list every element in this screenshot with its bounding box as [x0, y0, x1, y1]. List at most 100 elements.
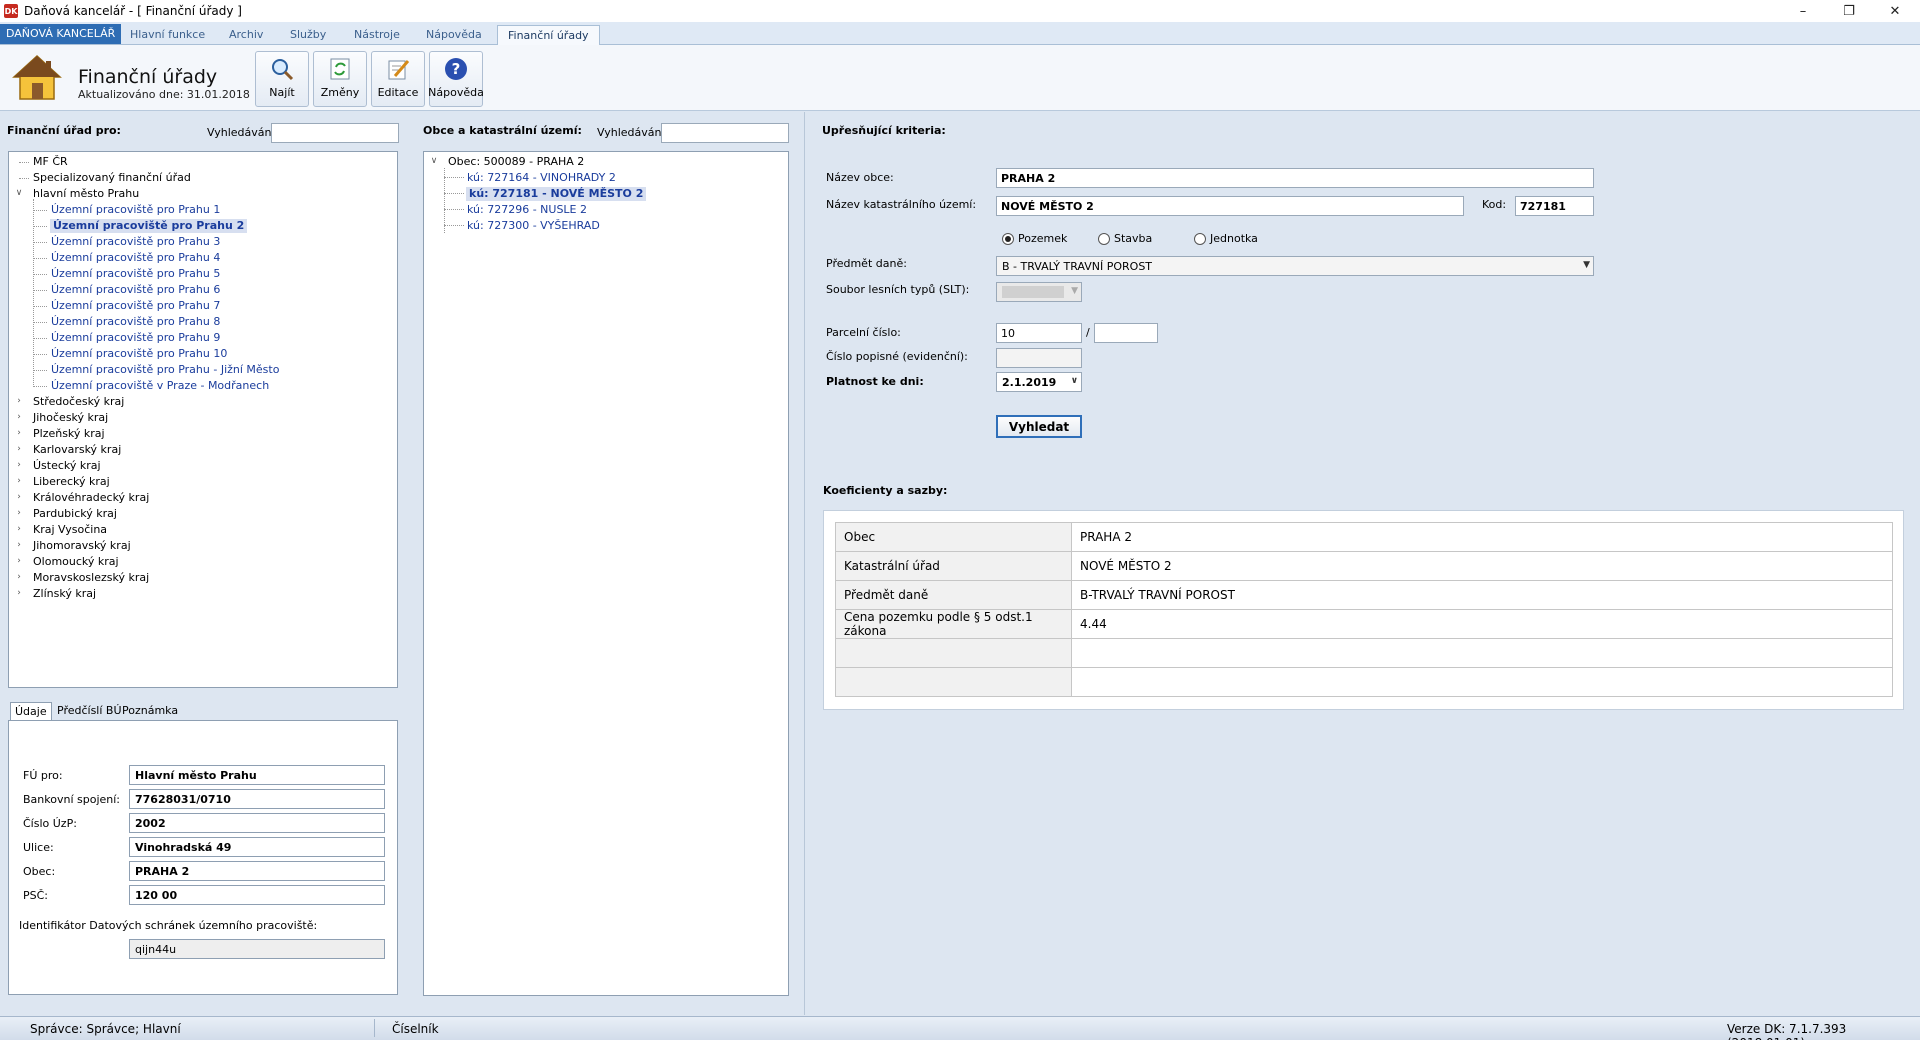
chevron-right-icon[interactable]: ›	[14, 556, 24, 566]
tree-item[interactable]: Územní pracoviště pro Prahu 7	[51, 299, 220, 313]
tax-office-tree[interactable]: MF ČR Specializovaný finanční úřad ∨ hlavní…	[8, 151, 398, 688]
chevron-right-icon[interactable]: ›	[14, 412, 24, 422]
ribbon: Finanční úřady Aktualizováno dne: 31.01.…	[0, 45, 1920, 111]
tree-item[interactable]: Jihomoravský kraj	[33, 539, 131, 553]
fu-field[interactable]: Hlavní město Prahu	[129, 765, 385, 785]
slt-select[interactable]: ▼	[996, 282, 1082, 302]
validity-date-picker[interactable]: 2.1.2019 ∨	[996, 372, 1082, 392]
tree-item[interactable]: Územní pracoviště pro Prahu 6	[51, 283, 220, 297]
middle-search-input[interactable]	[661, 123, 789, 143]
tree-item[interactable]: Územní pracoviště pro Prahu 3	[51, 235, 220, 249]
ds-field[interactable]: qijn44u	[129, 939, 385, 959]
code-input[interactable]: 727181	[1515, 196, 1594, 216]
popisne-label: Číslo popisné (evidenční):	[826, 350, 968, 363]
tree-item[interactable]: Plzeňský kraj	[33, 427, 105, 441]
close-icon[interactable]: ✕	[1872, 0, 1918, 22]
tab-udaje[interactable]: Údaje	[10, 702, 52, 721]
cadastral-name-input[interactable]: NOVÉ MĚSTO 2	[996, 196, 1464, 216]
house-icon	[12, 54, 62, 100]
tree-item[interactable]: Karlovarský kraj	[33, 443, 121, 457]
chevron-down-icon[interactable]: ∨	[429, 156, 439, 166]
changes-button[interactable]: Změny	[313, 51, 367, 107]
tab-predcisli[interactable]: Předčíslí BÚ	[53, 702, 126, 720]
chevron-right-icon[interactable]: ›	[14, 540, 24, 550]
chevron-down-icon[interactable]: ∨	[14, 188, 24, 198]
obec-label: Název obce:	[826, 171, 894, 184]
bank-field[interactable]: 77628031/0710	[129, 789, 385, 809]
parcel-subnumber-input[interactable]	[1094, 323, 1158, 343]
chevron-right-icon[interactable]: ›	[14, 572, 24, 582]
updated-date: Aktualizováno dne: 31.01.2018	[78, 88, 250, 101]
tree-item[interactable]: Územní pracoviště pro Prahu 5	[51, 267, 220, 281]
radio-pozemek[interactable]: Pozemek	[1002, 232, 1067, 245]
tree-item[interactable]: Jihočeský kraj	[33, 411, 108, 425]
menu-tab-main[interactable]: Hlavní funkce	[120, 25, 215, 45]
menu-tab-services[interactable]: Služby	[280, 25, 336, 45]
tree-item[interactable]: hlavní město Prahu	[33, 187, 139, 201]
chevron-right-icon[interactable]: ›	[14, 524, 24, 534]
tree-item[interactable]: Územní pracoviště pro Prahu 9	[51, 331, 220, 345]
tree-item[interactable]: Územní pracoviště pro Prahu 4	[51, 251, 220, 265]
tree-item[interactable]: Královéhradecký kraj	[33, 491, 149, 505]
restore-icon[interactable]: ❐	[1826, 0, 1872, 22]
chevron-right-icon[interactable]: ›	[14, 508, 24, 518]
tree-item[interactable]: Olomoucký kraj	[33, 555, 119, 569]
house-number-input[interactable]	[996, 348, 1082, 368]
tree-item[interactable]: MF ČR	[33, 155, 68, 169]
help-button[interactable]: ? Nápověda	[428, 51, 484, 107]
tree-item[interactable]: Ústecký kraj	[33, 459, 101, 473]
tree-item[interactable]: Územní pracoviště pro Prahu 8	[51, 315, 220, 329]
edit-button[interactable]: Editace	[371, 51, 425, 107]
tree-item[interactable]: Liberecký kraj	[33, 475, 110, 489]
parcel-number-input[interactable]: 10	[996, 323, 1082, 343]
tree-item-cadastral[interactable]: kú: 727300 - VYŠEHRAD	[467, 219, 600, 233]
minimize-icon[interactable]: –	[1780, 0, 1826, 22]
tree-item[interactable]: Středočeský kraj	[33, 395, 124, 409]
city-field[interactable]: PRAHA 2	[129, 861, 385, 881]
menu-tab-help[interactable]: Nápověda	[416, 25, 492, 45]
chevron-right-icon[interactable]: ›	[14, 460, 24, 470]
field-label: PSČ:	[23, 889, 49, 902]
radio-jednotka[interactable]: Jednotka	[1194, 232, 1258, 245]
radio-stavba[interactable]: Stavba	[1098, 232, 1152, 245]
detail-panel: FÚ pro: Hlavní město Prahu Bankovní spoj…	[8, 720, 398, 995]
chevron-right-icon[interactable]: ›	[14, 428, 24, 438]
table-value	[1071, 667, 1893, 697]
left-search-input[interactable]	[271, 123, 399, 143]
menu-tab-archive[interactable]: Archiv	[219, 25, 273, 45]
tree-item[interactable]: Územní pracoviště pro Prahu - Jižní Měst…	[51, 363, 279, 377]
tree-item-cadastral[interactable]: kú: 727164 - VINOHRADY 2	[467, 171, 616, 185]
chevron-right-icon[interactable]: ›	[14, 588, 24, 598]
tree-item[interactable]: Územní pracoviště pro Prahu 2	[50, 219, 248, 233]
uzp-field[interactable]: 2002	[129, 813, 385, 833]
tree-item-cadastral[interactable]: kú: 727296 - NUSLE 2	[467, 203, 587, 217]
tree-item-cadastral-selected[interactable]: kú: 727181 - NOVÉ MĚSTO 2	[466, 187, 647, 201]
tax-subject-select[interactable]: B - TRVALÝ TRAVNÍ POROST ▼	[996, 256, 1594, 276]
tree-item[interactable]: Zlínský kraj	[33, 587, 96, 601]
tree-item[interactable]: Pardubický kraj	[33, 507, 117, 521]
street-field[interactable]: Vinohradská 49	[129, 837, 385, 857]
table-row	[835, 638, 1893, 668]
tree-item[interactable]: Územní pracoviště pro Prahu 10	[51, 347, 227, 361]
tree-item[interactable]: Specializovaný finanční úřad	[33, 171, 191, 185]
tree-item[interactable]: Územní pracoviště v Praze - Modřanech	[51, 379, 269, 393]
menu-tab-tools[interactable]: Nástroje	[344, 25, 410, 45]
chevron-right-icon[interactable]: ›	[14, 492, 24, 502]
panel-divider[interactable]	[804, 112, 805, 1015]
chevron-right-icon[interactable]: ›	[14, 476, 24, 486]
tree-item[interactable]: Územní pracoviště pro Prahu 1	[51, 203, 220, 217]
table-key: Předmět daně	[835, 580, 1072, 610]
tree-item[interactable]: Moravskoslezský kraj	[33, 571, 149, 585]
search-button[interactable]: Vyhledat	[996, 415, 1082, 438]
municipality-name-input[interactable]: PRAHA 2	[996, 168, 1594, 188]
menu-brand[interactable]: DAŇOVÁ KANCELÁŘ	[0, 24, 122, 44]
cadastral-tree[interactable]: ∨ Obec: 500089 - PRAHA 2 kú: 727164 - VI…	[423, 151, 789, 996]
tree-root-municipality[interactable]: Obec: 500089 - PRAHA 2	[448, 155, 584, 169]
find-button[interactable]: Najít	[255, 51, 309, 107]
menu-tab-tax-offices[interactable]: Finanční úřady	[497, 25, 600, 46]
chevron-right-icon[interactable]: ›	[14, 444, 24, 454]
tab-poznamka[interactable]: Poznámka	[118, 702, 182, 720]
zip-field[interactable]: 120 00	[129, 885, 385, 905]
chevron-right-icon[interactable]: ›	[14, 396, 24, 406]
tree-item[interactable]: Kraj Vysočina	[33, 523, 107, 537]
